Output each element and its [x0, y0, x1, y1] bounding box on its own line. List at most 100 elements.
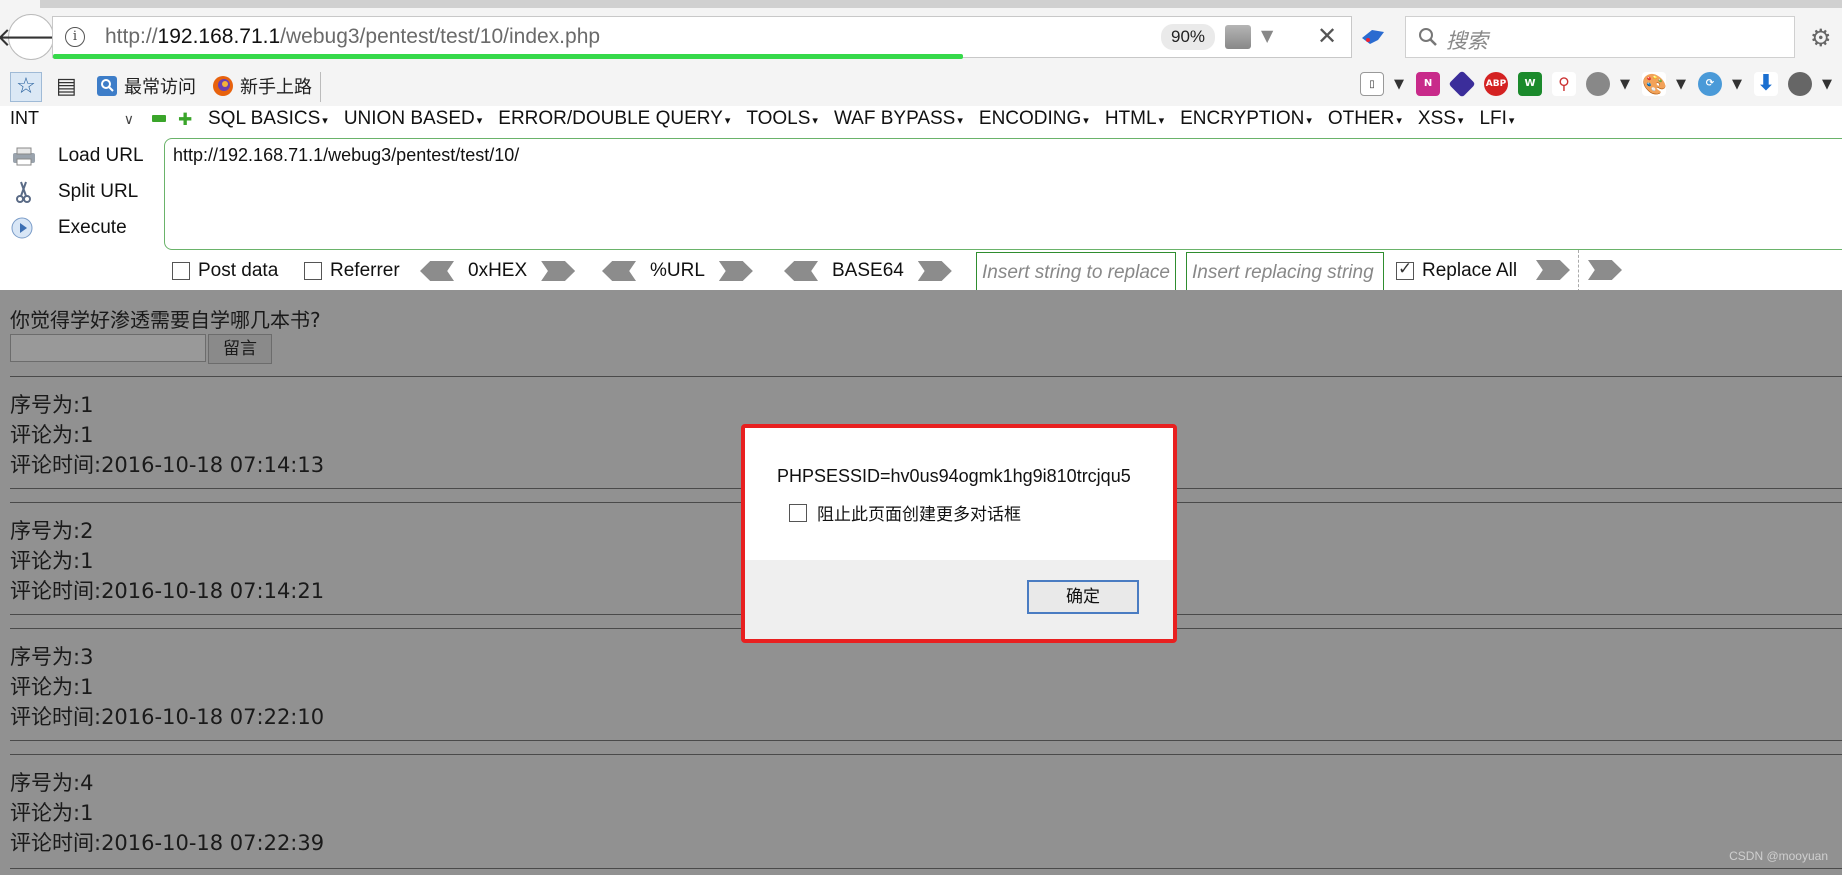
bookmark-getting-started[interactable]: 新手上路: [212, 73, 312, 99]
menu-waf-bypass[interactable]: WAF BYPASS: [834, 108, 963, 130]
ok-button[interactable]: 确定: [1027, 580, 1139, 614]
post-data-option[interactable]: Post data: [172, 260, 278, 282]
palette-dropdown-icon[interactable]: ▼: [1676, 77, 1688, 92]
hex-decode-arrow-icon[interactable]: [420, 261, 454, 281]
replace-arrow-icon[interactable]: [1536, 260, 1570, 280]
avatar-icon[interactable]: [1788, 72, 1812, 96]
find-string-input[interactable]: Insert string to replace: [976, 252, 1176, 294]
load-url-button[interactable]: Load URL: [10, 138, 150, 174]
bookmarks-toolbar: ☆ ▤ 最常访问 新手上路 ▯ ▼ N ABP W ⚲ ▼ 🎨 ▼ ⟳ ▼ ⬇ …: [0, 68, 1842, 106]
translate-icon[interactable]: ⟳: [1698, 72, 1722, 96]
page-load-progress: [53, 54, 963, 59]
shield-icon[interactable]: W: [1518, 72, 1542, 96]
list-item: 序号为:1 评论为:1 评论时间:2016-10-18 07:14:13: [10, 393, 325, 477]
replace-run-alt: [1588, 260, 1622, 280]
gear-icon[interactable]: ⚙: [1810, 24, 1832, 52]
type-select[interactable]: INT ∨: [10, 108, 140, 134]
menu-xss[interactable]: XSS: [1418, 108, 1464, 130]
suppress-dialogs-option[interactable]: 阻止此页面创建更多对话框: [789, 500, 1021, 525]
watermark: CSDN @mooyuan: [1729, 849, 1828, 863]
bird-extension-icon[interactable]: [1360, 26, 1386, 48]
referrer-option[interactable]: Referrer: [304, 260, 400, 282]
extension-icons: ▯ ▼ N ABP W ⚲ ▼ 🎨 ▼ ⟳ ▼ ⬇ ▼: [1360, 70, 1834, 98]
hex-encoder: 0xHEX: [420, 260, 576, 282]
list-item: 序号为:4 评论为:1 评论时间:2016-10-18 07:22:39: [10, 771, 325, 855]
base64-encode-arrow-icon[interactable]: [917, 261, 952, 281]
replace-run: [1536, 260, 1570, 280]
back-button[interactable]: 🡐: [0, 14, 66, 60]
menu-encoding[interactable]: ENCODING: [979, 108, 1089, 130]
split-url-button[interactable]: Split URL: [10, 174, 150, 210]
suppress-dialogs-checkbox[interactable]: [789, 503, 807, 522]
library-icon[interactable]: ▤: [56, 74, 77, 99]
url-decode-arrow-icon[interactable]: [602, 261, 636, 281]
tab-strip: [40, 0, 1842, 8]
dialog-message: PHPSESSID=hv0us94ogmk1hg9i810trcjqu5: [777, 466, 1131, 486]
menu-lfi[interactable]: LFI: [1479, 108, 1514, 130]
hackbar-actions: Load URL Split URL Execute: [10, 138, 150, 246]
toolbar-separator: [320, 72, 321, 102]
base64-encoder: BASE64: [784, 260, 952, 282]
firefox-icon: [213, 76, 233, 96]
menu-html[interactable]: HTML: [1105, 108, 1164, 130]
url-dropdown-icon[interactable]: ▼: [1261, 26, 1273, 45]
printer-icon: [13, 147, 35, 166]
divider: [10, 868, 1842, 869]
globe-extension-icon[interactable]: [1586, 72, 1610, 96]
divider: [10, 754, 1842, 755]
zoom-indicator[interactable]: 90%: [1161, 24, 1215, 50]
menu-union-based[interactable]: UNION BASED: [344, 108, 482, 130]
scissors-icon: [16, 181, 31, 203]
url-text[interactable]: http://192.168.71.1/webug3/pentest/test/…: [105, 25, 600, 49]
search-placeholder: 搜索: [1446, 29, 1488, 53]
menu-encryption[interactable]: ENCRYPTION: [1180, 108, 1312, 130]
play-icon: [11, 217, 33, 239]
stack-extension-icon[interactable]: [1448, 70, 1476, 98]
replace-reverse-arrow-icon[interactable]: [1588, 260, 1622, 280]
hex-encode-arrow-icon[interactable]: [541, 261, 576, 281]
download-icon[interactable]: ⬇: [1754, 72, 1778, 96]
avatar-dropdown-icon[interactable]: ▼: [1822, 77, 1834, 92]
magnifier-extension-icon[interactable]: ⚲: [1552, 72, 1576, 96]
page-dropdown-icon[interactable]: ▼: [1394, 77, 1406, 92]
adblock-icon[interactable]: ABP: [1484, 72, 1508, 96]
replace-all-checkbox[interactable]: [1396, 259, 1414, 280]
bookmark-most-visited[interactable]: 最常访问: [96, 73, 196, 99]
list-item: 序号为:3 评论为:1 评论时间:2016-10-18 07:22:10: [10, 645, 325, 729]
stop-load-icon[interactable]: ✕: [1317, 22, 1337, 50]
server-icon[interactable]: [1225, 25, 1251, 49]
ninja-extension-icon[interactable]: N: [1416, 72, 1440, 96]
menu-tools[interactable]: TOOLS: [746, 108, 818, 130]
post-data-checkbox[interactable]: [172, 262, 190, 280]
menu-error-double-query[interactable]: ERROR/DOUBLE QUERY: [498, 108, 730, 130]
chevron-down-icon: ∨: [123, 111, 134, 127]
options-separator: [1578, 250, 1579, 292]
hackbar-options: Post data Referrer 0xHEX %URL BASE64 Ins…: [170, 248, 1842, 294]
palette-icon[interactable]: 🎨: [1642, 72, 1667, 96]
hackbar-panel: INT ∨ ✚ SQL BASICS UNION BASED ERROR/DOU…: [0, 106, 1842, 294]
search-box[interactable]: 搜索: [1405, 16, 1795, 58]
translate-dropdown-icon[interactable]: ▼: [1732, 77, 1744, 92]
menu-other[interactable]: OTHER: [1328, 108, 1402, 130]
comment-input[interactable]: [10, 334, 206, 362]
star-icon[interactable]: ☆: [10, 72, 42, 102]
hackbar-menu: SQL BASICS UNION BASED ERROR/DOUBLE QUER…: [208, 108, 1514, 130]
divider: [10, 740, 1842, 741]
replace-string-input[interactable]: Insert replacing string: [1186, 252, 1384, 294]
page-icon[interactable]: ▯: [1360, 72, 1384, 96]
minus-icon[interactable]: [152, 115, 166, 122]
globe-dropdown-icon[interactable]: ▼: [1620, 77, 1632, 92]
magnifier-page-icon: [97, 76, 117, 96]
dialog-body: PHPSESSID=hv0us94ogmk1hg9i810trcjqu5 阻止此…: [745, 428, 1173, 560]
url-encode-arrow-icon[interactable]: [718, 261, 753, 281]
url-bar[interactable]: i http://192.168.71.1/webug3/pentest/tes…: [52, 16, 1352, 59]
plus-icon[interactable]: ✚: [178, 110, 192, 130]
replace-all-option[interactable]: Replace All: [1396, 259, 1517, 282]
execute-button[interactable]: Execute: [10, 210, 150, 246]
site-info-icon[interactable]: i: [65, 27, 85, 47]
referrer-checkbox[interactable]: [304, 262, 322, 280]
menu-sql-basics[interactable]: SQL BASICS: [208, 108, 328, 130]
hackbar-url-textarea[interactable]: http://192.168.71.1/webug3/pentest/test/…: [164, 138, 1842, 250]
submit-comment-button[interactable]: 留言: [208, 334, 272, 364]
base64-decode-arrow-icon[interactable]: [784, 261, 818, 281]
